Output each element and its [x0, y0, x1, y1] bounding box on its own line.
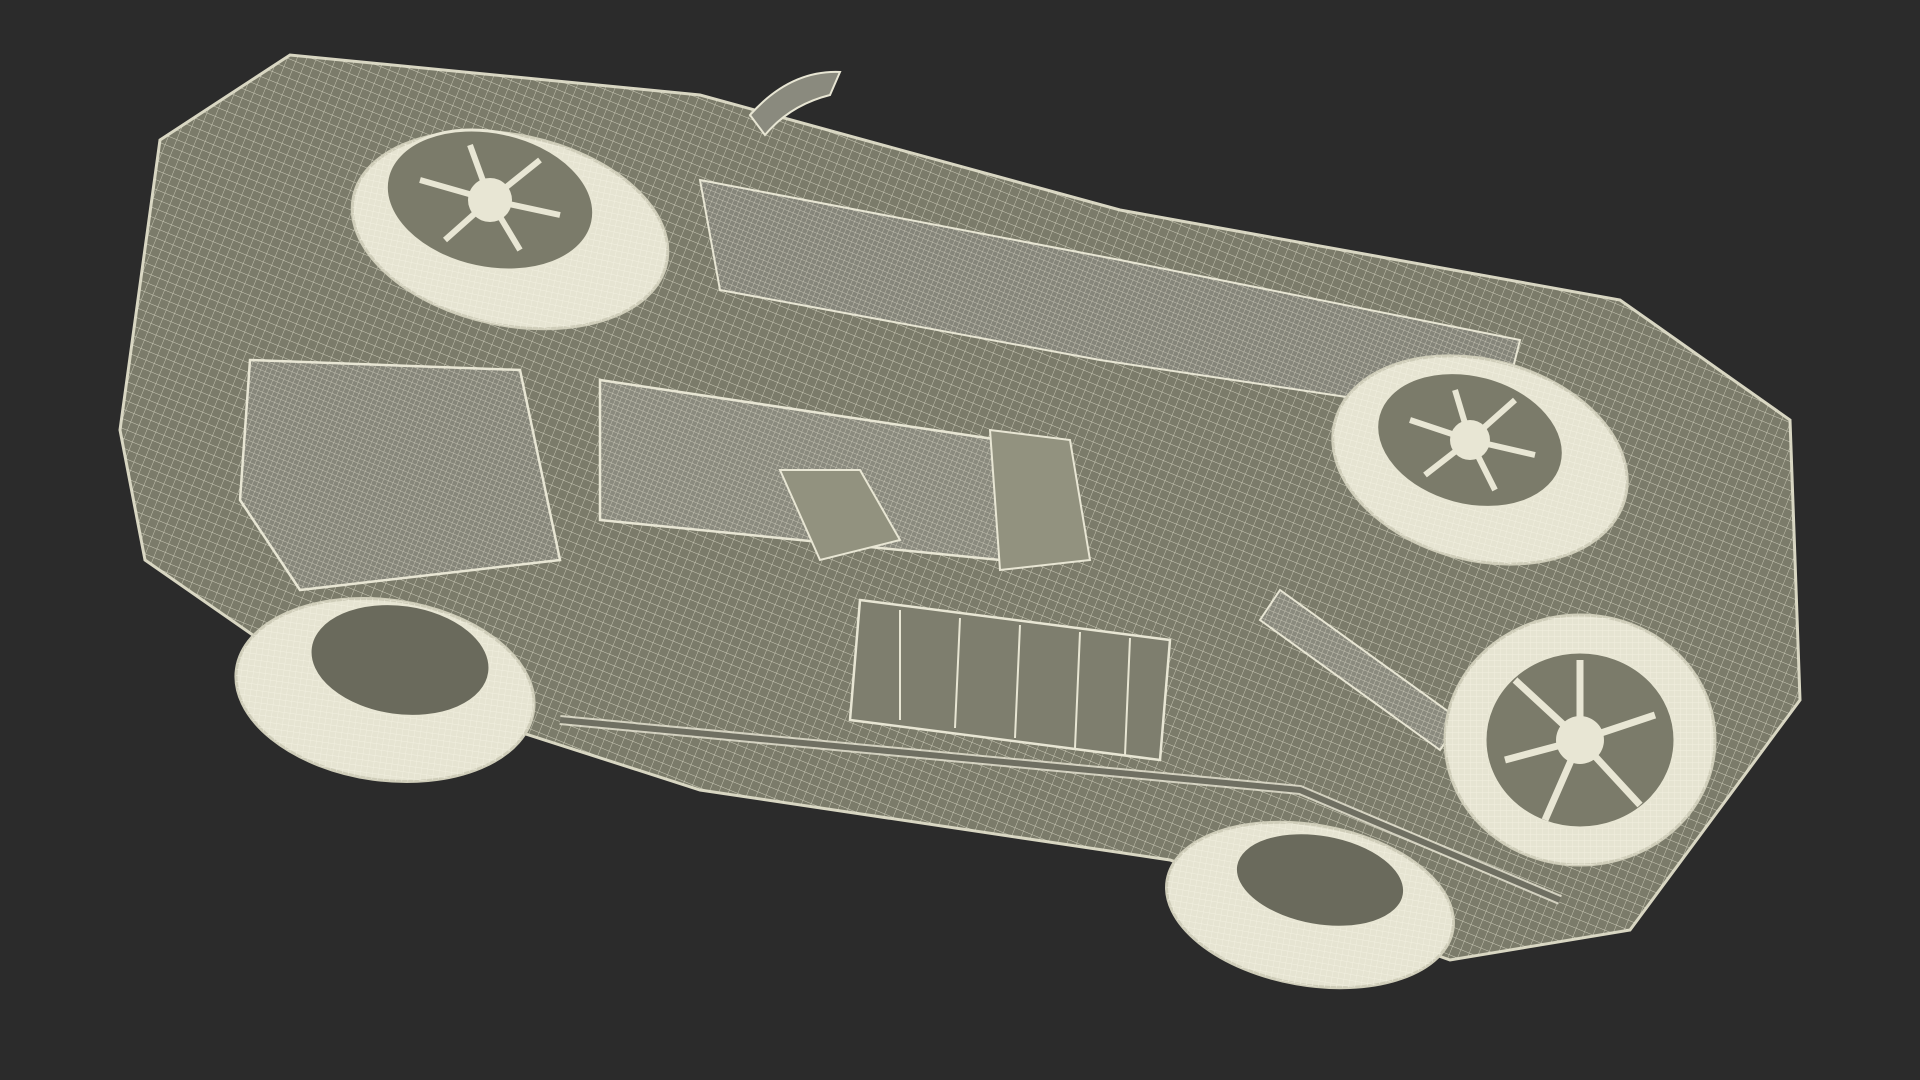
wireframe-car-render	[118, 53, 1802, 990]
engine-block	[238, 358, 562, 592]
wheel-rear-right	[1443, 613, 1717, 867]
render-viewport	[0, 0, 1920, 1080]
